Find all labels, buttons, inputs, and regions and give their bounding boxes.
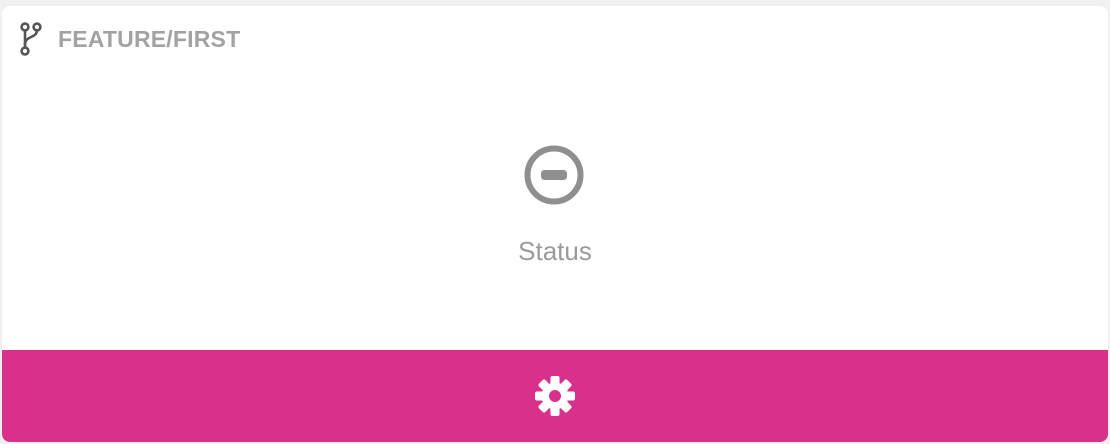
status-area: Status — [2, 6, 1108, 350]
status-label: Status — [518, 236, 592, 266]
branch-card: FEATURE/FIRST Status — [2, 6, 1108, 442]
minus-circle-icon — [523, 144, 585, 206]
gear-icon — [533, 374, 577, 418]
settings-button[interactable] — [2, 350, 1108, 442]
